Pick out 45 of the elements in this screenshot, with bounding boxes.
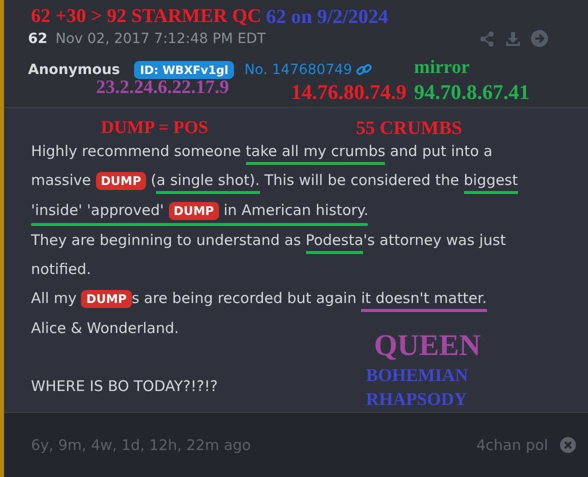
underlined-text: take all my crumbs: [246, 143, 386, 165]
author-name: Anonymous: [28, 62, 120, 78]
share-icon[interactable]: [479, 30, 495, 46]
post-text: and put into a: [388, 143, 492, 160]
underlined-text: it doesn't matter.: [361, 290, 487, 312]
annotation-text: 14.76.80.74.9: [291, 82, 406, 103]
dump-tag: DUMP: [168, 202, 219, 220]
link-icon[interactable]: [356, 63, 372, 77]
underlined-text: biggest: [464, 172, 518, 194]
annotation-text: 62 on 9/2/2024: [266, 7, 388, 27]
annotation-text: 23.2.24.6.22.17.9: [96, 78, 229, 97]
post-age: 6y, 9m, 4w, 1d, 12h, 22m ago: [31, 436, 251, 454]
annotation-text: 55 CRUMBS: [356, 119, 462, 138]
poster-id-badge: ID: WBXFv1gl: [134, 61, 234, 79]
post-text: notified.: [31, 261, 92, 278]
annotation-text: 94.70.8.67.41: [414, 82, 530, 103]
annotation-text: RHAPSODY: [366, 390, 468, 408]
post-text: This will be considered the: [263, 172, 460, 189]
post-text: Alice & Wonderland.: [31, 320, 179, 337]
post-text: They are beginning to understand as: [31, 232, 302, 249]
post-text: 's attorney was just: [363, 232, 506, 249]
post-text: 'inside' 'approved': [31, 202, 165, 219]
post-number-link[interactable]: No. 147680749: [244, 62, 352, 78]
download-icon[interactable]: [505, 30, 521, 46]
post-text: s are being recorded but again: [132, 290, 358, 307]
post-number: 62: [28, 30, 48, 46]
post-text: All my: [31, 290, 78, 307]
post-text: Highly recommend someone: [31, 143, 242, 160]
dump-tag: DUMP: [81, 290, 132, 308]
arrow-circle-icon[interactable]: [531, 30, 548, 47]
underlined-text: Podesta: [306, 232, 364, 254]
post-text: (: [150, 172, 156, 189]
post-date: Nov 02, 2017 7:12:48 PM EDT: [55, 30, 266, 46]
dump-tag: DUMP: [96, 172, 146, 190]
annotation-text: 62 +30 > 92 STARMER QC: [31, 7, 262, 26]
annotation-text: DUMP = POS: [101, 118, 208, 136]
close-icon[interactable]: [560, 437, 576, 453]
annotation-text: mirror: [414, 58, 470, 77]
post-text: WHERE IS BO TODAY?!?!?: [31, 378, 218, 395]
post-text: massive: [31, 172, 92, 189]
underlined-text: a single shot).: [156, 172, 260, 194]
source-label: 4chan pol: [476, 436, 548, 454]
annotation-text: QUEEN: [374, 331, 481, 361]
annotation-text: BOHEMIAN: [366, 366, 468, 384]
post-text: in American history.: [222, 202, 368, 219]
